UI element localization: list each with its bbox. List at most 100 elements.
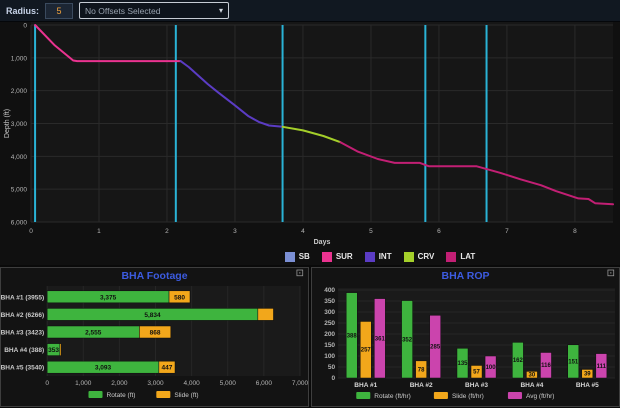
svg-text:580: 580 — [174, 294, 185, 301]
footage-category-labels: BHA #1 (3955)BHA #2 (6266)BHA #3 (3423)B… — [1, 294, 44, 371]
svg-text:352: 352 — [402, 337, 413, 343]
depth-plot-area — [31, 22, 613, 222]
svg-text:3,000: 3,000 — [11, 121, 28, 128]
legend-item-SB[interactable]: SB — [285, 252, 310, 262]
legend-label: SUR — [336, 252, 353, 261]
svg-text:135: 135 — [457, 361, 468, 367]
panel-title-bha-rop: BHA ROP — [312, 268, 619, 284]
svg-text:1,000: 1,000 — [75, 380, 92, 387]
legend-label: CRV — [418, 252, 435, 261]
panel-bha-footage: BHA Footage ⊡ 3,3755805,8342,5558683533,… — [0, 267, 309, 407]
svg-text:2,555: 2,555 — [85, 330, 102, 337]
footage-x-axis: 0 1,000 2,000 3,000 4,000 5,000 6,000 7,000 — [45, 380, 308, 387]
legend-item-CRV[interactable]: CRV — [404, 252, 435, 262]
svg-text:162: 162 — [513, 358, 524, 364]
svg-text:0: 0 — [29, 228, 33, 235]
svg-text:6,000: 6,000 — [256, 380, 273, 387]
svg-text:257: 257 — [361, 348, 372, 354]
svg-text:BHA #4: BHA #4 — [520, 382, 543, 389]
legend-swatch — [322, 252, 332, 262]
svg-text:2: 2 — [165, 228, 169, 235]
legend-item-INT[interactable]: INT — [365, 252, 392, 262]
depth-time-chart-svg: 01,0002,0003,0004,0005,0006,000012345678… — [0, 22, 620, 248]
svg-text:Slide (ft/hr): Slide (ft/hr) — [452, 393, 484, 400]
svg-text:57: 57 — [473, 370, 480, 376]
svg-text:116: 116 — [541, 363, 551, 369]
svg-text:BHA #3: BHA #3 — [465, 382, 488, 389]
svg-text:4,000: 4,000 — [11, 154, 28, 161]
svg-text:250: 250 — [324, 320, 335, 327]
svg-text:6: 6 — [437, 228, 441, 235]
radius-label: Radius: — [6, 6, 39, 16]
legend-swatch — [365, 252, 375, 262]
svg-text:100: 100 — [324, 353, 335, 360]
svg-text:5: 5 — [369, 228, 373, 235]
depth-chart-legend: SB SUR INT CRV LAT — [0, 248, 620, 265]
svg-text:388: 388 — [347, 333, 358, 339]
footage-legend[interactable]: Rotate (ft)Slide (ft) — [88, 391, 198, 399]
svg-text:300: 300 — [324, 309, 335, 316]
panel-popout-icon[interactable]: ⊡ — [607, 269, 615, 279]
svg-text:39: 39 — [584, 372, 591, 378]
svg-text:3,093: 3,093 — [95, 365, 112, 372]
svg-text:7,000: 7,000 — [292, 380, 308, 387]
offsets-dropdown[interactable]: No Offsets Selected ▾ — [79, 2, 229, 19]
svg-text:5,000: 5,000 — [220, 380, 237, 387]
svg-text:111: 111 — [597, 364, 607, 370]
svg-text:6,000: 6,000 — [11, 220, 28, 227]
svg-text:Rotate (ft/hr): Rotate (ft/hr) — [374, 393, 411, 400]
legend-label: LAT — [460, 252, 475, 261]
svg-text:Depth (ft): Depth (ft) — [4, 109, 11, 138]
svg-text:BHA #1: BHA #1 — [354, 382, 377, 389]
svg-text:4: 4 — [301, 228, 305, 235]
svg-text:868: 868 — [150, 330, 161, 337]
bha-footage-chart-svg: 3,3755805,8342,5558683533,093447BHA #1 (… — [1, 284, 308, 406]
legend-swatch — [404, 252, 414, 262]
svg-text:BHA #2: BHA #2 — [410, 382, 433, 389]
svg-text:78: 78 — [418, 367, 425, 373]
svg-text:100: 100 — [486, 365, 497, 371]
svg-text:151: 151 — [568, 359, 579, 365]
panel-title-bha-footage: BHA Footage — [1, 268, 308, 284]
svg-text:BHA #5 (3540): BHA #5 (3540) — [1, 365, 44, 372]
panel-bha-rop: BHA ROP ⊡ 0 50 100 150 200 250 300 350 400 388 257… — [311, 267, 620, 407]
svg-text:5,000: 5,000 — [11, 187, 28, 194]
svg-text:2,000: 2,000 — [11, 88, 28, 95]
svg-text:361: 361 — [375, 336, 386, 342]
legend-swatch — [446, 252, 456, 262]
svg-text:BHA #1 (3955): BHA #1 (3955) — [1, 294, 44, 301]
svg-text:150: 150 — [324, 342, 335, 349]
legend-swatch — [285, 252, 295, 262]
panel-popout-icon[interactable]: ⊡ — [296, 269, 304, 279]
radius-input[interactable] — [45, 3, 73, 19]
svg-text:1,000: 1,000 — [11, 55, 28, 62]
rop-legend[interactable]: Rotate (ft/hr) Slide (ft/hr) Avg (ft/hr) — [356, 392, 554, 400]
svg-text:0: 0 — [331, 375, 335, 382]
legend-item-LAT[interactable]: LAT — [446, 252, 475, 262]
svg-text:3,000: 3,000 — [147, 380, 164, 387]
rop-y-axis: 0 50 100 150 200 250 300 350 400 — [324, 287, 335, 382]
svg-text:350: 350 — [324, 298, 335, 305]
svg-text:BHA #2 (6266): BHA #2 (6266) — [1, 312, 44, 319]
svg-text:Avg (ft/hr): Avg (ft/hr) — [526, 393, 554, 400]
rop-category-labels: BHA #1BHA #2BHA #3BHA #4BHA #5 — [354, 382, 599, 389]
svg-text:353: 353 — [48, 347, 59, 354]
svg-text:0: 0 — [23, 23, 27, 30]
legend-label: SB — [299, 252, 310, 261]
svg-text:200: 200 — [324, 331, 335, 338]
bha-rop-chart-svg: 0501001502002503003504003882573613527828… — [312, 284, 619, 406]
svg-text:3,375: 3,375 — [100, 294, 117, 301]
svg-text:400: 400 — [324, 287, 335, 294]
bottom-panels: BHA Footage ⊡ 3,3755805,8342,5558683533,… — [0, 267, 620, 407]
legend-label: INT — [379, 252, 392, 261]
svg-text:50: 50 — [328, 364, 336, 371]
svg-text:447: 447 — [161, 365, 172, 372]
depth-time-chart: 01,0002,0003,0004,0005,0006,000012345678… — [0, 22, 620, 265]
svg-text:Days: Days — [314, 239, 331, 246]
toolbar: Radius: No Offsets Selected ▾ — [0, 0, 620, 22]
svg-text:3: 3 — [233, 228, 237, 235]
legend-item-SUR[interactable]: SUR — [322, 252, 353, 262]
svg-text:2,000: 2,000 — [111, 380, 128, 387]
svg-text:4,000: 4,000 — [183, 380, 200, 387]
svg-text:0: 0 — [45, 380, 49, 387]
